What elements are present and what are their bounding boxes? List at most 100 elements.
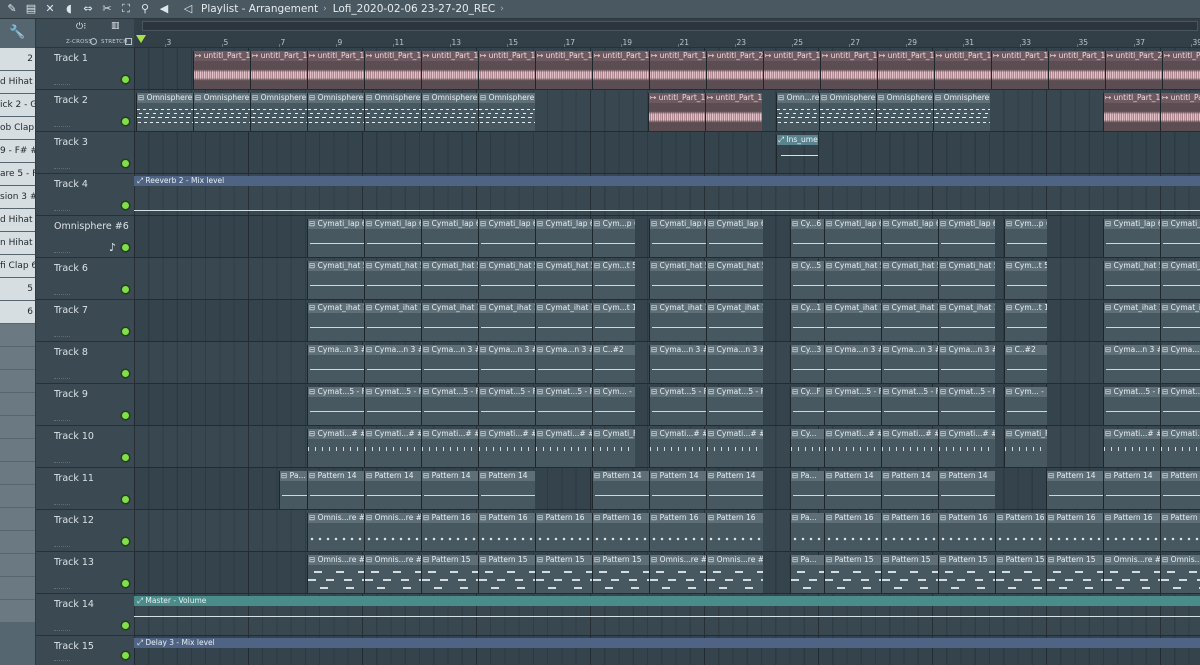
pattern-clip[interactable]: ⊟ Cymati_lap 6 — [649, 219, 706, 257]
audio-clip[interactable]: ↦ untitl_Part_1 — [991, 51, 1048, 89]
pattern-clip[interactable]: ⊟ Cym... - F — [592, 387, 635, 425]
pattern-clip[interactable]: ⊟ Cy...6 — [790, 219, 824, 257]
pattern-clip[interactable]: ⊟ C..#2 — [1004, 345, 1047, 383]
track-mute-led[interactable] — [122, 244, 129, 251]
track-resize-handle[interactable] — [54, 168, 70, 170]
track-mute-led[interactable] — [122, 622, 129, 629]
pattern-clip[interactable]: ⊟ Cy...F — [790, 387, 824, 425]
pattern-clip[interactable]: ⊟ Pattern 14 — [1160, 471, 1200, 509]
pattern-clip[interactable]: ⊟ Cymati_F# #2 — [1004, 429, 1047, 467]
audio-clip[interactable]: ↦ untitl_Part_2 — [706, 51, 763, 89]
pattern-clip[interactable]: ⊟ Omnisphere — [364, 93, 421, 131]
stretch-toggle[interactable] — [125, 38, 132, 45]
track-resize-handle[interactable] — [54, 420, 70, 422]
pattern-clip[interactable]: ⊟ C..#2 — [592, 345, 635, 383]
pattern-clip[interactable]: ⊟ Pattern 14 — [478, 471, 535, 509]
track-mute-led[interactable] — [122, 652, 129, 659]
pattern-clip[interactable]: ⊟ Pattern 16 — [1046, 513, 1103, 551]
track-mute-led[interactable] — [122, 118, 129, 125]
pattern-clip[interactable]: ⊟ Cyma...n 3 #2 — [824, 345, 881, 383]
snap-icon[interactable]: ⏻⁝ — [76, 22, 86, 32]
audio-clip[interactable]: ↦ untitl_Part_1 — [763, 51, 820, 89]
pattern-clip[interactable]: ⊟ Cymat_ihat 1 — [706, 303, 763, 341]
pattern-clip[interactable]: ⊟ Cyma...n 3 #2 — [1103, 345, 1160, 383]
pattern-clip[interactable]: ⊟ Cymat...5 - F — [938, 387, 995, 425]
slice-tool-icon[interactable]: ✂ — [100, 2, 114, 16]
pattern-clip[interactable]: ⊟ Cymati_hat 5 — [1103, 261, 1160, 299]
pattern-clip[interactable]: ⊟ Omnisphere — [421, 93, 478, 131]
audio-clip[interactable]: ↦ untitl_Part_1 — [648, 93, 705, 131]
picker-item[interactable]: 6 — [0, 301, 35, 323]
pattern-clip[interactable]: ⊟ Cyma...n 3 #2 — [535, 345, 592, 383]
delete-tool-icon[interactable]: ✕ — [43, 2, 57, 16]
picker-item[interactable]: are 5 - F — [0, 163, 35, 185]
playhead-marker-icon[interactable] — [136, 35, 146, 43]
pattern-clip[interactable]: ⊟ Cymati_hat 5 — [307, 261, 364, 299]
pattern-clip[interactable]: ⊟ Pattern 14 — [881, 471, 938, 509]
pattern-clip[interactable]: ⊟ Cymati_lap 6 — [881, 219, 938, 257]
picker-item[interactable]: n Hihat 5 — [0, 232, 35, 254]
track-mute-led[interactable] — [122, 160, 129, 167]
track-resize-handle[interactable] — [54, 210, 70, 212]
playback-tool-icon[interactable]: ◀ — [157, 2, 171, 16]
pattern-clip[interactable]: ⊟ Pattern 16 — [995, 513, 1052, 551]
pattern-clip[interactable]: ⊟ Omnisphere — [876, 93, 933, 131]
pattern-clip[interactable]: ⊟ Pattern 16 — [824, 513, 881, 551]
pattern-clip[interactable]: ⊟ Pattern 14 — [364, 471, 421, 509]
pattern-clip[interactable]: ⊟ Cymati_lap 6 — [706, 219, 763, 257]
track-header[interactable]: Track 4 — [36, 174, 134, 216]
pattern-clip[interactable]: ⊟ Cyma...n 3 #2 — [938, 345, 995, 383]
pattern-clip[interactable]: ⊟ Cymati_hat 5 — [478, 261, 535, 299]
pattern-clip[interactable]: ⊟ Omnis...re #5 — [706, 555, 763, 593]
wrench-icon[interactable]: 🔧 — [0, 19, 35, 47]
pattern-clip[interactable]: ⊟ Cymati...# #2 — [421, 429, 478, 467]
track-header[interactable]: Track 3 — [36, 132, 134, 174]
pattern-clip[interactable]: ⊟ Pa... — [790, 555, 824, 593]
track-resize-handle[interactable] — [54, 546, 70, 548]
pencil-tool-icon[interactable]: ✎ — [5, 2, 19, 16]
pattern-clip[interactable]: ⊟ Pattern 15 — [478, 555, 535, 593]
pattern-clip[interactable]: ⊟ Cymat...5 - F — [706, 387, 763, 425]
pattern-clip[interactable]: ⊟ Cymati_hat 5 — [706, 261, 763, 299]
picker-item[interactable] — [0, 554, 35, 576]
track-resize-handle[interactable] — [54, 126, 70, 128]
arrangement-name[interactable]: Lofi_2020-02-06 23-27-20_REC — [333, 3, 495, 15]
automation-clip-reverb[interactable]: ⤢ Reeverb 2 - Mix level — [134, 176, 1200, 186]
pattern-clip[interactable]: ⊟ Pattern 14 — [421, 471, 478, 509]
track-mute-led[interactable] — [122, 496, 129, 503]
track-resize-handle[interactable] — [54, 660, 70, 662]
audio-clip[interactable]: ↦ untitl_Part_1 — [705, 93, 762, 131]
pattern-clip[interactable]: ⊟ Cymat...5 - F — [421, 387, 478, 425]
pattern-clip[interactable]: ⊟ Pattern 16 — [421, 513, 478, 551]
paint-tool-icon[interactable]: ▤ — [24, 2, 38, 16]
audio-clip[interactable]: ↦ untitl_Part_1 — [1103, 93, 1160, 131]
picker-item[interactable]: 2 — [0, 48, 35, 70]
pattern-clip[interactable]: ⊟ Cymati_lap 6 — [478, 219, 535, 257]
pattern-clip[interactable]: ⊟ Cymati...# #2 — [364, 429, 421, 467]
pattern-clip[interactable]: ⊟ Omnisphere — [136, 93, 193, 131]
pattern-clip[interactable]: ⊟ Pattern 16 — [478, 513, 535, 551]
pattern-clip[interactable]: ⊟ Pattern 14 — [706, 471, 763, 509]
pattern-clip[interactable]: ⊟ Cymat_ihat 1 — [307, 303, 364, 341]
pattern-clip[interactable]: ⊟ Cymati_lap 6 — [307, 219, 364, 257]
pattern-clip[interactable]: ⊟ Cymati...# #2 — [938, 429, 995, 467]
picker-item[interactable] — [0, 462, 35, 484]
picker-item[interactable]: 9 - F# #2 — [0, 140, 35, 162]
pattern-clip[interactable]: ⊟ Omnis...re #5 — [1103, 555, 1160, 593]
track-header[interactable]: Omnisphere #6 ♪ — [36, 216, 134, 258]
picker-item[interactable]: fi Clap 6 — [0, 255, 35, 277]
track-mute-led[interactable] — [122, 412, 129, 419]
pattern-clip[interactable]: ⊟ Cymat...5 - F — [881, 387, 938, 425]
pattern-clip[interactable]: ⊟ Cyma...n 3 #2 — [649, 345, 706, 383]
pattern-clip[interactable]: ⊟ Omnis...re #5 — [1160, 555, 1200, 593]
pattern-clip[interactable]: ⊟ Cymat...5 - F — [307, 387, 364, 425]
pattern-clip[interactable]: ⊟ Cymat_ihat 1 — [364, 303, 421, 341]
zcross-toggle[interactable] — [90, 38, 97, 45]
pattern-clip[interactable]: ⊟ Cyma...n 3 #2 — [307, 345, 364, 383]
pattern-clip[interactable]: ⊟ Cym... - F — [1004, 387, 1047, 425]
picker-item[interactable] — [0, 508, 35, 530]
pattern-clip[interactable]: ⊟ Cymati...# #2 — [307, 429, 364, 467]
pattern-clip[interactable]: ⊟ Cym...t 5 — [592, 261, 635, 299]
pattern-clip[interactable]: ⊟ Cymat_ihat 1 — [535, 303, 592, 341]
picker-item[interactable] — [0, 439, 35, 461]
